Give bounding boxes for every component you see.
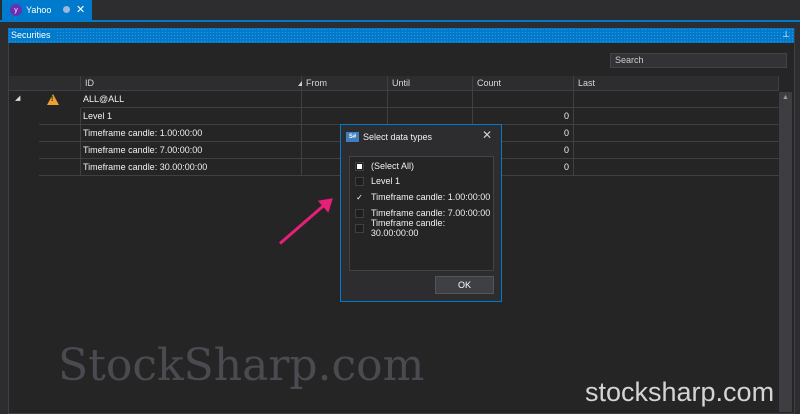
ok-button[interactable]: OK: [435, 276, 494, 294]
tab-underline: [0, 20, 800, 22]
cell-id: Level 1: [81, 108, 302, 125]
checkbox[interactable]: [355, 176, 364, 186]
header-last[interactable]: Last: [574, 76, 779, 91]
document-tab-strip: [0, 0, 800, 20]
checkbox[interactable]: [355, 208, 364, 218]
header-count[interactable]: Count: [473, 76, 574, 91]
item-label: Timeframe candle: 30.00:00:00: [370, 218, 446, 238]
cell-id: Timeframe candle: 7.00:00:00: [81, 142, 302, 159]
vertical-scrollbar[interactable]: ▲: [779, 92, 792, 412]
header-from[interactable]: From: [302, 76, 388, 91]
cell-id: Timeframe candle: 30.00:00:00: [81, 159, 302, 176]
search-input[interactable]: Search: [610, 53, 787, 68]
cell-count: 0: [473, 108, 574, 125]
list-item-timeframe-1d[interactable]: ✓ Timeframe candle: 1.00:00:00: [355, 190, 490, 204]
panel-title: Securities: [11, 30, 55, 40]
tab-close-icon[interactable]: ✕: [76, 3, 85, 16]
item-label: Timeframe candle: 7.00:00:00: [371, 208, 491, 218]
cell-count: [473, 91, 574, 108]
data-type-list: (Select All) Level 1 ✓ Timeframe candle:…: [349, 156, 494, 271]
list-item-timeframe-30d[interactable]: Timeframe candle: 30.00:00:00: [355, 218, 493, 238]
tab-pin-icon[interactable]: [63, 6, 70, 13]
cell-id: Timeframe candle: 1.00:00:00: [81, 125, 302, 142]
cell-id: ALL@ALL: [81, 91, 302, 108]
scroll-up-icon[interactable]: ▲: [782, 94, 789, 101]
panel-title-bar: Securities ⊥: [8, 28, 794, 43]
item-label: Timeframe candle: 1.00:00:00: [371, 192, 491, 202]
cell-indent: [39, 142, 81, 159]
watermark-serif: StockSharp.com: [58, 340, 425, 391]
cell-until: [388, 91, 473, 108]
tab-title: Yahoo: [26, 5, 52, 15]
header-blank: [9, 76, 81, 91]
header-id[interactable]: ID: [81, 76, 302, 91]
item-label: Level 1: [371, 176, 401, 186]
cell-until: [388, 108, 473, 125]
select-data-types-dialog: S# Select data types ✕ (Select All) Leve…: [340, 124, 502, 302]
cell-indent: [39, 159, 81, 176]
collapse-triangle-icon[interactable]: ◢: [15, 94, 20, 102]
cell-from: [302, 108, 388, 125]
cell-last: [574, 108, 779, 125]
cell-indent: [39, 108, 81, 125]
header-until[interactable]: Until: [388, 76, 473, 91]
cell-from: [302, 91, 388, 108]
close-icon[interactable]: ✕: [482, 128, 492, 142]
list-item-level1[interactable]: Level 1: [355, 174, 400, 188]
yahoo-logo-icon: y: [10, 4, 22, 16]
checkbox-indeterminate[interactable]: [355, 161, 364, 171]
table-row[interactable]: Level 1 0: [39, 108, 779, 125]
stocksharp-icon: S#: [346, 132, 359, 142]
pin-icon[interactable]: ⊥: [782, 29, 790, 40]
cell-indent: [39, 125, 81, 142]
checkbox[interactable]: [355, 223, 364, 233]
table-row[interactable]: ◢ ! ALL@ALL: [9, 91, 779, 108]
list-item-select-all[interactable]: (Select All): [355, 159, 414, 173]
cell-last: [574, 91, 779, 108]
cell-last: [574, 142, 779, 159]
cell-last: [574, 125, 779, 142]
watermark-sans: stocksharp.com: [585, 377, 775, 407]
item-label: (Select All): [371, 161, 415, 171]
dialog-title: Select data types: [363, 132, 433, 142]
cell-last: [574, 159, 779, 176]
warning-icon-glyph: !: [51, 96, 54, 103]
checkbox-checked[interactable]: ✓: [355, 193, 364, 202]
